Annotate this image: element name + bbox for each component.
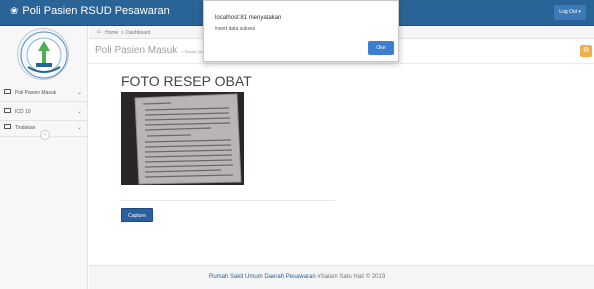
page-title: Poli Pasien Masuk > Resep Obat: [95, 45, 206, 56]
footer: Rumah Sakit Umum Daerah Pesawaran #Salam…: [89, 265, 594, 289]
logout-button[interactable]: Log Out ▾: [554, 5, 586, 20]
sidebar-item-label: ICD 10: [15, 109, 31, 115]
gear-icon: ⚙: [582, 47, 590, 54]
prescription-photo: [121, 92, 244, 185]
monitor-icon: [4, 89, 11, 94]
photo-title: FOTO RESEP OBAT: [121, 73, 252, 89]
sidebar-item-label: Poli Pasien Masuk: [15, 90, 57, 96]
sidebar-collapse-button[interactable]: ‹: [40, 130, 50, 140]
chevron-down-icon: ⌄: [76, 109, 82, 115]
dialog-message: insert data sukses: [215, 26, 256, 32]
footer-text: Rumah Sakit Umum Daerah Pesawaran #Salam…: [209, 274, 385, 280]
sidebar-item-poli-pasien-masuk[interactable]: Poli Pasien Masuk ⌄: [0, 84, 88, 102]
sidebar-item-label: Tindakan: [15, 125, 36, 131]
footer-hospital-name[interactable]: Rumah Sakit Umum Daerah Pesawaran: [209, 274, 316, 280]
hospital-logo: [17, 28, 69, 80]
app-title: Poli Pasien RSUD Pesawaran: [22, 5, 170, 17]
document-photo-image: [121, 92, 244, 185]
page-title-text: Poli Pasien Masuk: [95, 45, 178, 56]
chevron-down-icon: ⌄: [76, 125, 82, 131]
settings-button[interactable]: ⚙: [580, 45, 592, 57]
footer-tagline: #Salam Satu Hati © 2019: [317, 274, 386, 280]
chevron-down-icon: ⌄: [76, 90, 82, 96]
breadcrumb-home[interactable]: Home: [105, 30, 118, 36]
breadcrumb-separator: >: [121, 30, 124, 36]
leaf-icon: ❀: [10, 5, 19, 17]
sidebar: Poli Pasien Masuk ⌄ ICD 10 ⌄ Tindakan ⌄ …: [0, 26, 88, 289]
home-icon: ⌂: [97, 29, 101, 35]
monitor-icon: [4, 108, 11, 113]
capture-button[interactable]: Capture: [121, 208, 153, 222]
dialog-ok-button[interactable]: Oke: [368, 41, 394, 55]
brand[interactable]: ❀ Poli Pasien RSUD Pesawaran: [10, 5, 170, 17]
hospital-logo-icon: [20, 31, 68, 79]
divider: [89, 63, 594, 64]
monitor-icon: [4, 124, 11, 129]
logout-label: Log Out: [559, 9, 578, 15]
dialog-title: localhost:81 menyatakan: [215, 15, 282, 21]
alert-dialog: localhost:81 menyatakan insert data suks…: [203, 0, 399, 62]
breadcrumb-current: Dashboard: [126, 30, 151, 36]
divider: [121, 200, 335, 201]
